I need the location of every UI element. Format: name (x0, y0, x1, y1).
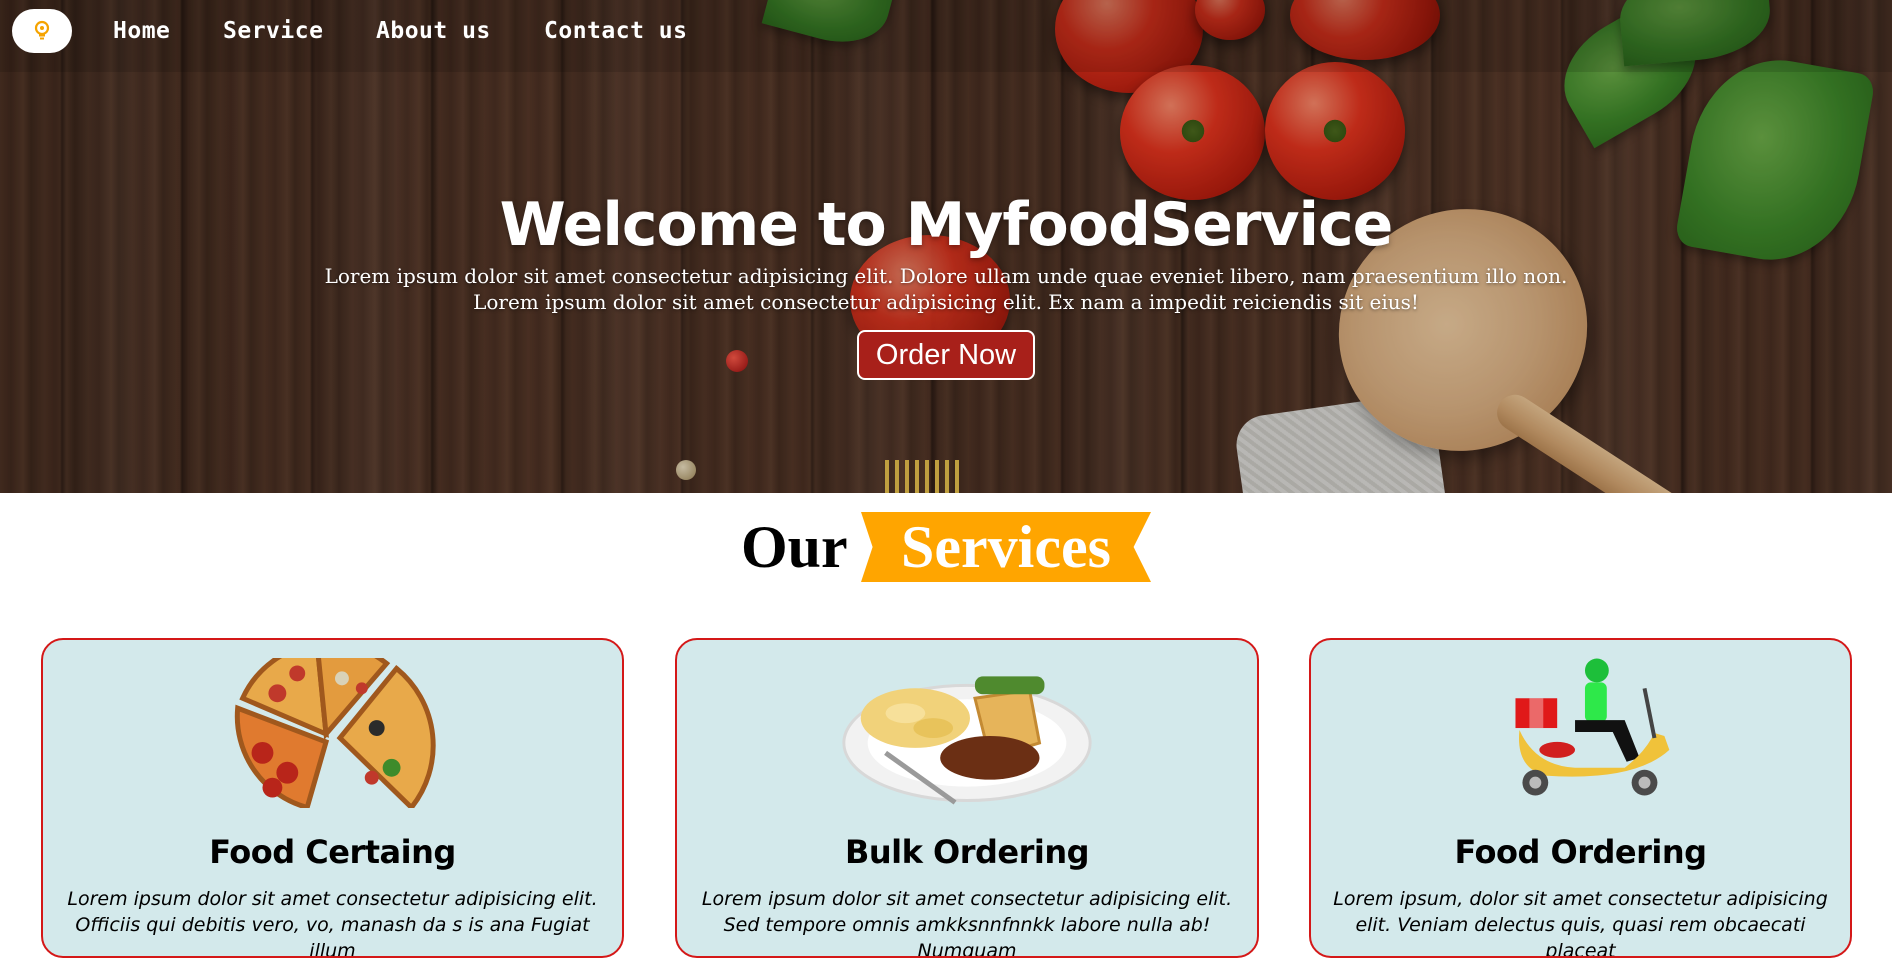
delivery-scooter-image (1515, 658, 1670, 796)
hero-section: Home Service About us Contact us Welcome… (0, 0, 1892, 493)
order-now-button[interactable]: Order Now (857, 330, 1035, 380)
services-heading-highlight: Services (901, 514, 1111, 580)
service-card-bulk-ordering[interactable]: Bulk Ordering Lorem ipsum dolor sit amet… (675, 638, 1259, 958)
site-logo[interactable] (12, 9, 72, 53)
card-title: Bulk Ordering (844, 833, 1090, 871)
nav-link-about[interactable]: About us (376, 18, 491, 44)
hero-subtitle-line-1: Lorem ipsum dolor sit amet consectetur a… (324, 264, 1568, 288)
nav-link-service[interactable]: Service (223, 18, 323, 44)
pizza-slices-image (234, 658, 436, 808)
lightbulb-icon (34, 20, 50, 40)
service-card-food-ordering[interactable]: Food Ordering Lorem ipsum, dolor sit ame… (1309, 638, 1852, 958)
card-title: Food Certaing (209, 833, 456, 871)
top-navbar: Home Service About us Contact us (0, 0, 1892, 72)
service-card-food-catering[interactable]: Food Certaing Lorem ipsum dolor sit amet… (41, 638, 624, 958)
hero-title: Welcome to MyfoodService (499, 190, 1394, 260)
card-description: Lorem ipsum dolor sit amet consectetur a… (701, 888, 1233, 958)
card-title: Food Ordering (1454, 833, 1707, 871)
card-description: Lorem ipsum, dolor sit amet consectetur … (1333, 888, 1828, 958)
services-heading-prefix: Our (741, 514, 848, 580)
pie-plate-image (842, 676, 1092, 805)
nav-link-contact[interactable]: Contact us (544, 18, 687, 44)
hero-subtitle-line-2: Lorem ipsum dolor sit amet consectetur a… (473, 290, 1419, 314)
card-description: Lorem ipsum dolor sit amet consectetur a… (67, 888, 598, 958)
nav-link-home[interactable]: Home (113, 18, 170, 44)
